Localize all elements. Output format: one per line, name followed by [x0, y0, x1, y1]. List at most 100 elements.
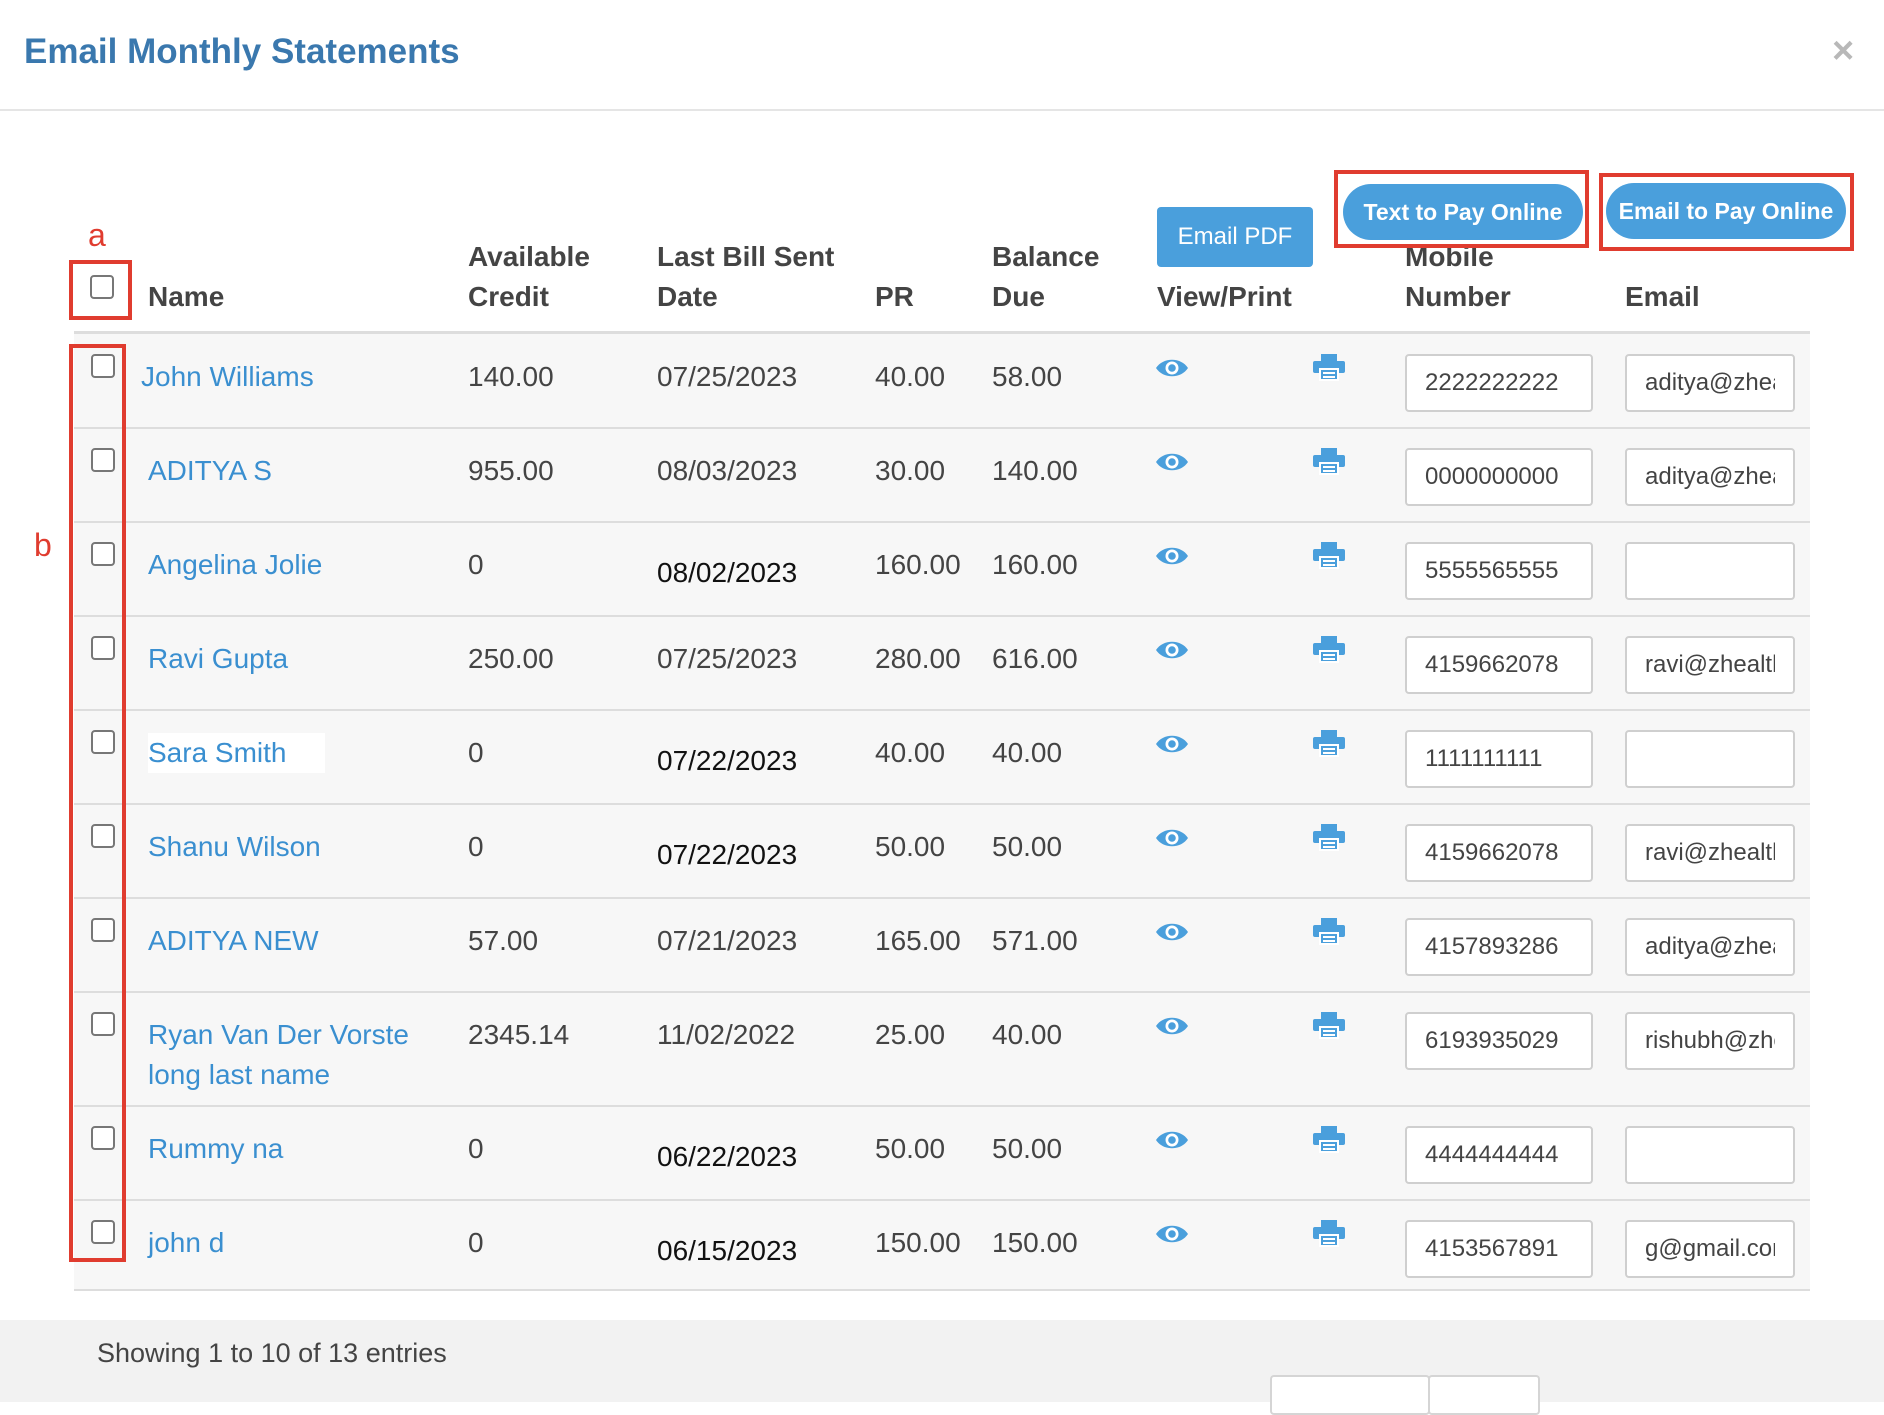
contact-name-link[interactable]: Sara Smith [148, 733, 325, 773]
last-bill-date-cell: 07/25/2023 [657, 643, 798, 674]
print-icon[interactable] [1312, 541, 1346, 569]
view-eye-icon[interactable] [1155, 354, 1189, 382]
annotation-label-a: a [88, 217, 106, 253]
contact-name-link[interactable]: Angelina Jolie [148, 545, 322, 585]
view-eye-icon[interactable] [1155, 448, 1189, 476]
view-eye-icon[interactable] [1155, 1126, 1189, 1154]
pr-cell: 160.00 [875, 549, 961, 580]
balance-due-cell: 40.00 [992, 1019, 1063, 1050]
print-icon[interactable] [1312, 353, 1346, 381]
contact-name-link[interactable]: John Williams [141, 357, 314, 397]
contact-name-link[interactable]: Ravi Gupta [148, 639, 288, 679]
email-input[interactable] [1625, 448, 1795, 506]
balance-due-cell: 160.00 [992, 549, 1078, 580]
available-credit-cell: 2345.14 [468, 1019, 570, 1050]
print-icon[interactable] [1312, 1011, 1346, 1039]
pagination-previous[interactable] [1270, 1375, 1430, 1415]
view-eye-icon[interactable] [1155, 824, 1189, 852]
pr-cell: 40.00 [875, 361, 946, 392]
mobile-number-input[interactable] [1405, 448, 1593, 506]
print-icon[interactable] [1312, 635, 1346, 663]
contact-name-link[interactable]: Shanu Wilson [148, 827, 321, 867]
email-input[interactable] [1625, 1126, 1795, 1184]
contact-name-line: Angelina Jolie [148, 549, 323, 580]
pagination-page[interactable] [1428, 1375, 1540, 1415]
annotation-box-email-to-pay [1599, 173, 1854, 251]
contact-name-link[interactable]: Rummy na [148, 1129, 283, 1169]
email-pdf-button[interactable]: Email PDF [1157, 207, 1313, 267]
email-input[interactable] [1625, 918, 1795, 976]
print-icon[interactable] [1312, 823, 1346, 851]
annotation-box-b [69, 344, 126, 1262]
contact-name-line: John Williams [141, 361, 314, 392]
available-credit-cell: 57.00 [468, 925, 539, 956]
pr-cell: 50.00 [875, 1133, 946, 1164]
view-eye-icon[interactable] [1155, 918, 1189, 946]
print-icon[interactable] [1312, 729, 1346, 757]
contact-name-link[interactable]: ADITYA NEW [148, 921, 319, 961]
view-eye-icon[interactable] [1155, 730, 1189, 758]
mobile-number-input[interactable] [1405, 1012, 1593, 1070]
last-bill-date-cell: 07/22/2023 [657, 745, 798, 776]
column-header-name: Name [148, 281, 225, 312]
last-bill-date-cell: 11/02/2022 [657, 1019, 796, 1050]
mobile-number-input[interactable] [1405, 636, 1593, 694]
column-header-view-print: View/Print [1157, 281, 1292, 312]
pr-cell: 25.00 [875, 1019, 946, 1050]
close-icon[interactable]: × [1832, 30, 1854, 73]
print-icon[interactable] [1312, 447, 1346, 475]
row-divider [74, 1199, 1810, 1201]
annotation-box-a [69, 260, 132, 320]
pr-cell: 280.00 [875, 643, 961, 674]
contact-name-line: Ryan Van Der Vorste [148, 1019, 409, 1050]
print-icon[interactable] [1312, 1125, 1346, 1153]
contact-name-line: Rummy na [148, 1133, 284, 1164]
email-input[interactable] [1625, 1220, 1795, 1278]
pr-cell: 50.00 [875, 831, 946, 862]
balance-due-cell: 50.00 [992, 1133, 1063, 1164]
available-credit-cell: 0 [468, 1227, 484, 1258]
view-eye-icon[interactable] [1155, 542, 1189, 570]
view-eye-icon[interactable] [1155, 1012, 1189, 1040]
contact-name-link[interactable]: ADITYA S [148, 451, 272, 491]
print-icon[interactable] [1312, 917, 1346, 945]
mobile-number-input[interactable] [1405, 730, 1593, 788]
mobile-number-input[interactable] [1405, 1220, 1593, 1278]
email-input[interactable] [1625, 1012, 1795, 1070]
pr-cell: 150.00 [875, 1227, 961, 1258]
pr-cell: 165.00 [875, 925, 961, 956]
annotation-label-b: b [34, 527, 52, 563]
print-icon[interactable] [1312, 1219, 1346, 1247]
last-bill-date-cell: 07/22/2023 [657, 839, 798, 870]
last-bill-date-cell: 08/03/2023 [657, 455, 798, 486]
last-bill-date-cell: 08/02/2023 [657, 557, 798, 588]
view-eye-icon[interactable] [1155, 636, 1189, 664]
mobile-number-input[interactable] [1405, 1126, 1593, 1184]
mobile-number-input[interactable] [1405, 918, 1593, 976]
contact-name-link[interactable]: john d [148, 1223, 224, 1263]
contact-name-line: john d [148, 1227, 225, 1258]
email-input[interactable] [1625, 730, 1795, 788]
email-input[interactable] [1625, 542, 1795, 600]
mobile-number-input[interactable] [1405, 542, 1593, 600]
mobile-number-input[interactable] [1405, 824, 1593, 882]
column-header-balance-due: Balance Due [992, 241, 1100, 312]
row-divider [74, 1105, 1810, 1107]
column-header-mobile-number: Mobile Number [1405, 241, 1511, 312]
last-bill-date-cell: 06/22/2023 [657, 1141, 798, 1172]
row-divider [74, 803, 1810, 805]
column-header-available-credit: Available Credit [468, 241, 590, 312]
mobile-number-input[interactable] [1405, 354, 1593, 412]
contact-name-line: Ravi Gupta [148, 643, 289, 674]
contact-name-line: Shanu Wilson [148, 831, 321, 862]
row-divider [74, 427, 1810, 429]
email-input[interactable] [1625, 354, 1795, 412]
email-input[interactable] [1625, 636, 1795, 694]
email-input[interactable] [1625, 824, 1795, 882]
view-eye-icon[interactable] [1155, 1220, 1189, 1248]
pr-cell: 30.00 [875, 455, 946, 486]
available-credit-cell: 250.00 [468, 643, 554, 674]
modal-title: Email Monthly Statements [24, 32, 460, 71]
contact-name-link[interactable]: Ryan Van Der Vorste long last name [148, 1015, 409, 1095]
balance-due-cell: 571.00 [992, 925, 1078, 956]
